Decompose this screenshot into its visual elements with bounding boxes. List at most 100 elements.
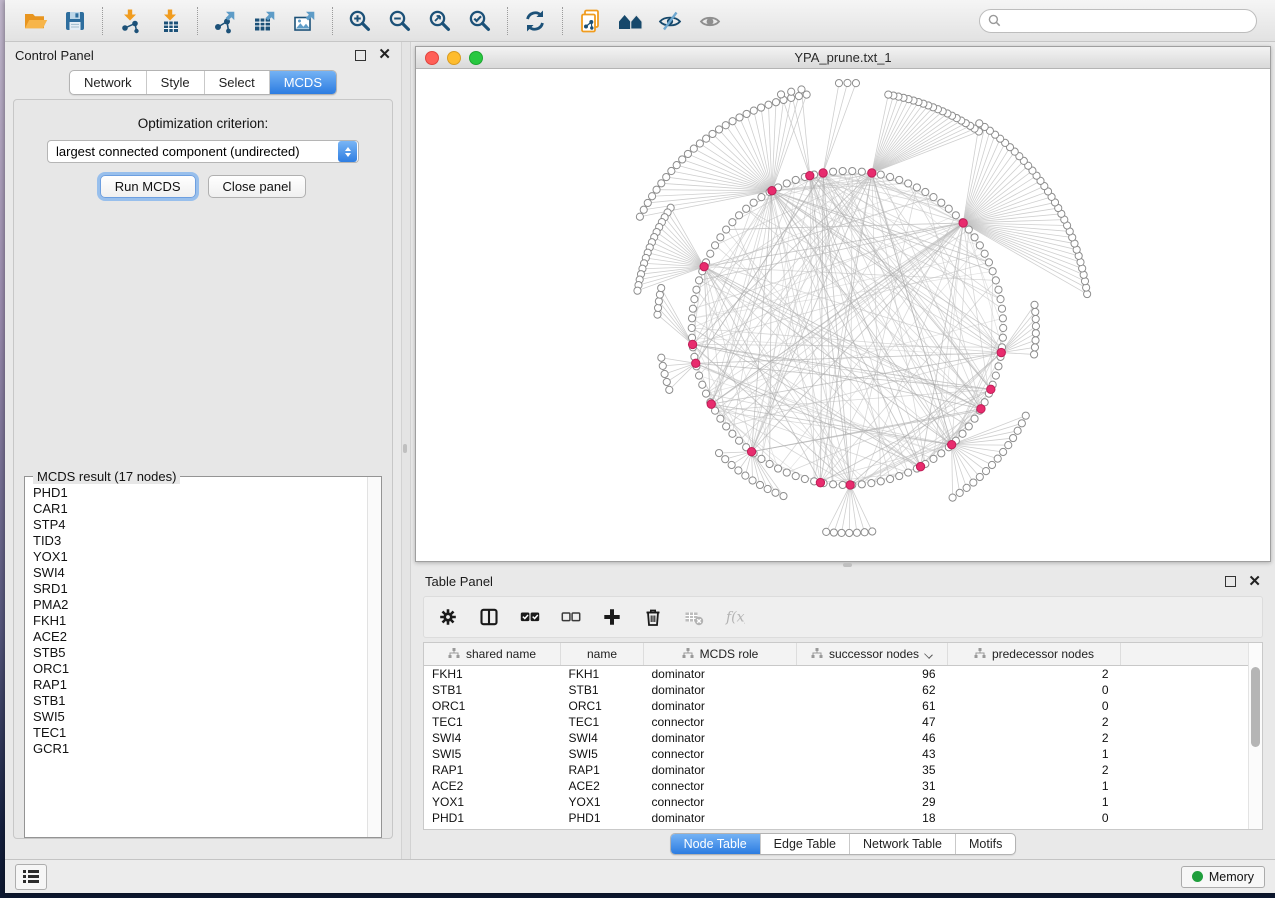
table-row[interactable]: STB1STB1dominator620 bbox=[424, 682, 1263, 698]
table-cell[interactable]: PHD1 bbox=[424, 810, 561, 826]
mcds-node-item[interactable]: SRD1 bbox=[33, 581, 367, 597]
graph-node[interactable] bbox=[1032, 323, 1039, 330]
deselect-all-rows-button[interactable] bbox=[561, 607, 581, 627]
graph-node[interactable] bbox=[846, 529, 853, 536]
table-cell[interactable] bbox=[1121, 730, 1264, 746]
graph-node[interactable] bbox=[970, 479, 977, 486]
graph-node[interactable] bbox=[997, 296, 1004, 303]
graph-node[interactable] bbox=[656, 291, 663, 298]
graph-node[interactable] bbox=[636, 213, 643, 220]
vertical-splitter[interactable] bbox=[401, 42, 411, 859]
graph-node[interactable] bbox=[772, 489, 779, 496]
table-cell[interactable]: dominator bbox=[644, 730, 797, 746]
graph-hub-node[interactable] bbox=[806, 171, 814, 179]
graph-node[interactable] bbox=[648, 193, 655, 200]
graph-node[interactable] bbox=[711, 242, 718, 249]
graph-node[interactable] bbox=[852, 80, 859, 87]
table-cell[interactable]: 62 bbox=[797, 682, 948, 698]
table-cell[interactable]: TEC1 bbox=[424, 714, 561, 730]
graph-node[interactable] bbox=[981, 250, 988, 257]
graph-node[interactable] bbox=[788, 88, 795, 95]
graph-node[interactable] bbox=[1031, 301, 1038, 308]
mcds-node-item[interactable]: FKH1 bbox=[33, 613, 367, 629]
graph-node[interactable] bbox=[634, 287, 641, 294]
table-row[interactable]: YOX1YOX1connector291 bbox=[424, 794, 1263, 810]
tab-network-table[interactable]: Network Table bbox=[849, 834, 955, 854]
table-cell[interactable] bbox=[1121, 665, 1264, 682]
table-cell[interactable]: dominator bbox=[644, 762, 797, 778]
graph-node[interactable] bbox=[994, 455, 1001, 462]
graph-hub-node[interactable] bbox=[987, 385, 995, 393]
graph-node[interactable] bbox=[735, 212, 742, 219]
graph-node[interactable] bbox=[780, 492, 787, 499]
graph-node[interactable] bbox=[1031, 344, 1038, 351]
graph-node[interactable] bbox=[885, 91, 892, 98]
table-cell[interactable]: STB1 bbox=[561, 682, 644, 698]
graph-node[interactable] bbox=[956, 489, 963, 496]
graph-node[interactable] bbox=[743, 205, 750, 212]
graph-node[interactable] bbox=[750, 107, 757, 114]
graph-node[interactable] bbox=[830, 529, 837, 536]
graph-hub-node[interactable] bbox=[997, 348, 1005, 356]
graph-node[interactable] bbox=[869, 528, 876, 535]
graph-node[interactable] bbox=[717, 234, 724, 241]
import-network-button[interactable] bbox=[113, 6, 147, 36]
graph-node[interactable] bbox=[695, 372, 702, 379]
column-header-predecessor-nodes[interactable]: predecessor nodes bbox=[948, 643, 1121, 666]
table-cell[interactable] bbox=[1121, 714, 1264, 730]
network-file-button[interactable] bbox=[573, 6, 607, 36]
table-cell[interactable] bbox=[1121, 746, 1264, 762]
graph-node[interactable] bbox=[766, 460, 773, 467]
table-cell[interactable]: dominator bbox=[644, 665, 797, 682]
graph-node[interactable] bbox=[1032, 330, 1039, 337]
graph-node[interactable] bbox=[999, 334, 1006, 341]
table-cell[interactable] bbox=[1121, 810, 1264, 826]
search-box[interactable] bbox=[979, 9, 1257, 33]
graph-node[interactable] bbox=[971, 234, 978, 241]
network-window-titlebar[interactable]: YPA_prune.txt_1 bbox=[416, 47, 1270, 69]
graph-node[interactable] bbox=[736, 114, 743, 121]
graph-node[interactable] bbox=[723, 423, 730, 430]
table-cell[interactable]: 0 bbox=[948, 698, 1121, 714]
graph-node[interactable] bbox=[992, 372, 999, 379]
graph-hub-node[interactable] bbox=[747, 448, 755, 456]
graph-node[interactable] bbox=[938, 450, 945, 457]
hide-selected-button[interactable] bbox=[653, 6, 687, 36]
select-all-rows-button[interactable] bbox=[520, 607, 540, 627]
graph-node[interactable] bbox=[965, 226, 972, 233]
graph-node[interactable] bbox=[861, 529, 868, 536]
graph-node[interactable] bbox=[949, 494, 956, 501]
table-cell[interactable]: dominator bbox=[644, 682, 797, 698]
graph-node[interactable] bbox=[758, 104, 765, 111]
table-cell[interactable]: 2 bbox=[948, 730, 1121, 746]
table-cell[interactable]: connector bbox=[644, 714, 797, 730]
graph-node[interactable] bbox=[663, 173, 670, 180]
close-panel-icon[interactable]: ✕ bbox=[1248, 577, 1261, 587]
splitter-grab-handle[interactable] bbox=[843, 563, 852, 567]
graph-node[interactable] bbox=[654, 304, 661, 311]
mcds-node-item[interactable]: ORC1 bbox=[33, 661, 367, 677]
graph-node[interactable] bbox=[965, 423, 972, 430]
graph-node[interactable] bbox=[905, 180, 912, 187]
graph-hub-node[interactable] bbox=[959, 219, 967, 227]
graph-node[interactable] bbox=[729, 118, 736, 125]
graph-node[interactable] bbox=[868, 480, 875, 487]
graph-node[interactable] bbox=[750, 199, 757, 206]
mcds-node-item[interactable]: YOX1 bbox=[33, 549, 367, 565]
table-row[interactable]: PHD1PHD1dominator180 bbox=[424, 810, 1263, 826]
graph-node[interactable] bbox=[976, 242, 983, 249]
table-cell[interactable]: RAP1 bbox=[561, 762, 644, 778]
import-table-button[interactable] bbox=[153, 6, 187, 36]
network-canvas[interactable] bbox=[416, 69, 1270, 561]
table-row[interactable]: RAP1RAP1dominator352 bbox=[424, 762, 1263, 778]
mcds-node-item[interactable]: TEC1 bbox=[33, 725, 367, 741]
graph-node[interactable] bbox=[743, 110, 750, 117]
graph-node[interactable] bbox=[905, 469, 912, 476]
column-header-name[interactable]: name bbox=[561, 643, 644, 666]
mcds-node-item[interactable]: RAP1 bbox=[33, 677, 367, 693]
graph-node[interactable] bbox=[992, 277, 999, 284]
graph-node[interactable] bbox=[922, 188, 929, 195]
graph-node[interactable] bbox=[795, 93, 802, 100]
table-cell[interactable]: PHD1 bbox=[561, 810, 644, 826]
table-row[interactable]: ACE2ACE2connector311 bbox=[424, 778, 1263, 794]
